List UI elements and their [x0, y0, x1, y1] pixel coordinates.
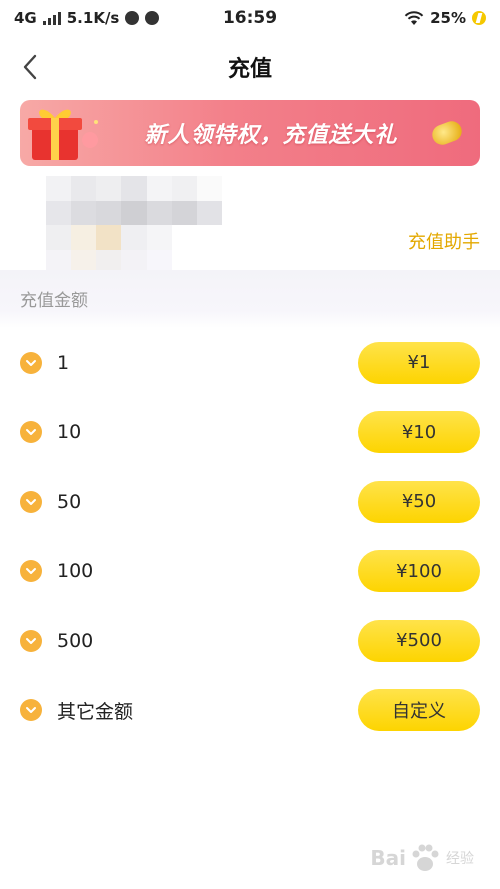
price-button-100[interactable]: ¥100 — [358, 550, 480, 593]
account-info: 充值助手 充值金额 — [0, 176, 500, 328]
recharge-assistant-link[interactable]: 充值助手 — [408, 228, 480, 254]
banner-text: 新人领特权，充值送大礼 — [144, 123, 398, 148]
amount-row: 10 ¥10 — [0, 398, 500, 468]
coin-check-icon — [20, 699, 42, 722]
amount-row: 100 ¥100 — [0, 537, 500, 607]
coin-icon — [429, 118, 465, 148]
gift-box-icon — [20, 100, 110, 166]
network-speed: 5.1K/s — [66, 9, 120, 27]
amount-row: 500 ¥500 — [0, 606, 500, 676]
status-bar: 4G 5.1K/s 16:59 25% — [0, 0, 500, 36]
price-button-500[interactable]: ¥500 — [358, 619, 480, 662]
custom-amount-button[interactable]: 自定义 — [358, 689, 480, 732]
price-button-1[interactable]: ¥1 — [358, 341, 480, 384]
coin-check-icon — [20, 629, 42, 652]
status-right: 25% — [404, 9, 486, 27]
blurred-account-details — [46, 176, 222, 274]
amount-row: 其它金额 自定义 — [0, 676, 500, 746]
promo-banner[interactable]: 新人领特权，充值送大礼 — [20, 100, 480, 166]
app-notification-icon — [145, 11, 160, 25]
price-button-10[interactable]: ¥10 — [358, 411, 480, 454]
nav-bar: 充值 — [0, 38, 500, 96]
page-title: 充值 — [227, 57, 272, 82]
signal-icon — [42, 11, 61, 25]
amount-row: 1 ¥1 — [0, 328, 500, 398]
status-left: 4G 5.1K/s — [14, 9, 404, 27]
price-button-50[interactable]: ¥50 — [358, 480, 480, 523]
amount-row: 50 ¥50 — [0, 467, 500, 537]
amount-label: 1 — [57, 351, 70, 374]
coin-check-icon — [20, 351, 42, 374]
wifi-icon — [404, 10, 424, 25]
back-button[interactable] — [10, 46, 50, 88]
amount-label: 50 — [57, 490, 82, 513]
amount-label: 10 — [57, 421, 82, 444]
battery-charging-icon — [472, 11, 486, 25]
coin-check-icon — [20, 490, 42, 513]
watermark-text: Bai — [370, 846, 406, 870]
watermark: Bai 经验 — [370, 841, 474, 875]
network-type: 4G — [14, 9, 37, 27]
wechat-icon — [125, 11, 140, 25]
chevron-left-icon — [23, 54, 37, 80]
amount-label: 100 — [57, 560, 94, 583]
recharge-amount-label: 充值金额 — [20, 291, 88, 311]
coin-check-icon — [20, 560, 42, 583]
coin-check-icon — [20, 421, 42, 444]
battery-percent: 25% — [430, 9, 466, 27]
paw-logo-icon — [412, 844, 439, 871]
watermark-sub: 经验 — [446, 851, 474, 867]
amount-label: 其它金额 — [57, 700, 134, 723]
amount-label: 500 — [57, 629, 94, 652]
amount-list: 1 ¥1 10 ¥10 50 ¥50 100 ¥100 500 ¥500 其它金… — [0, 328, 500, 745]
